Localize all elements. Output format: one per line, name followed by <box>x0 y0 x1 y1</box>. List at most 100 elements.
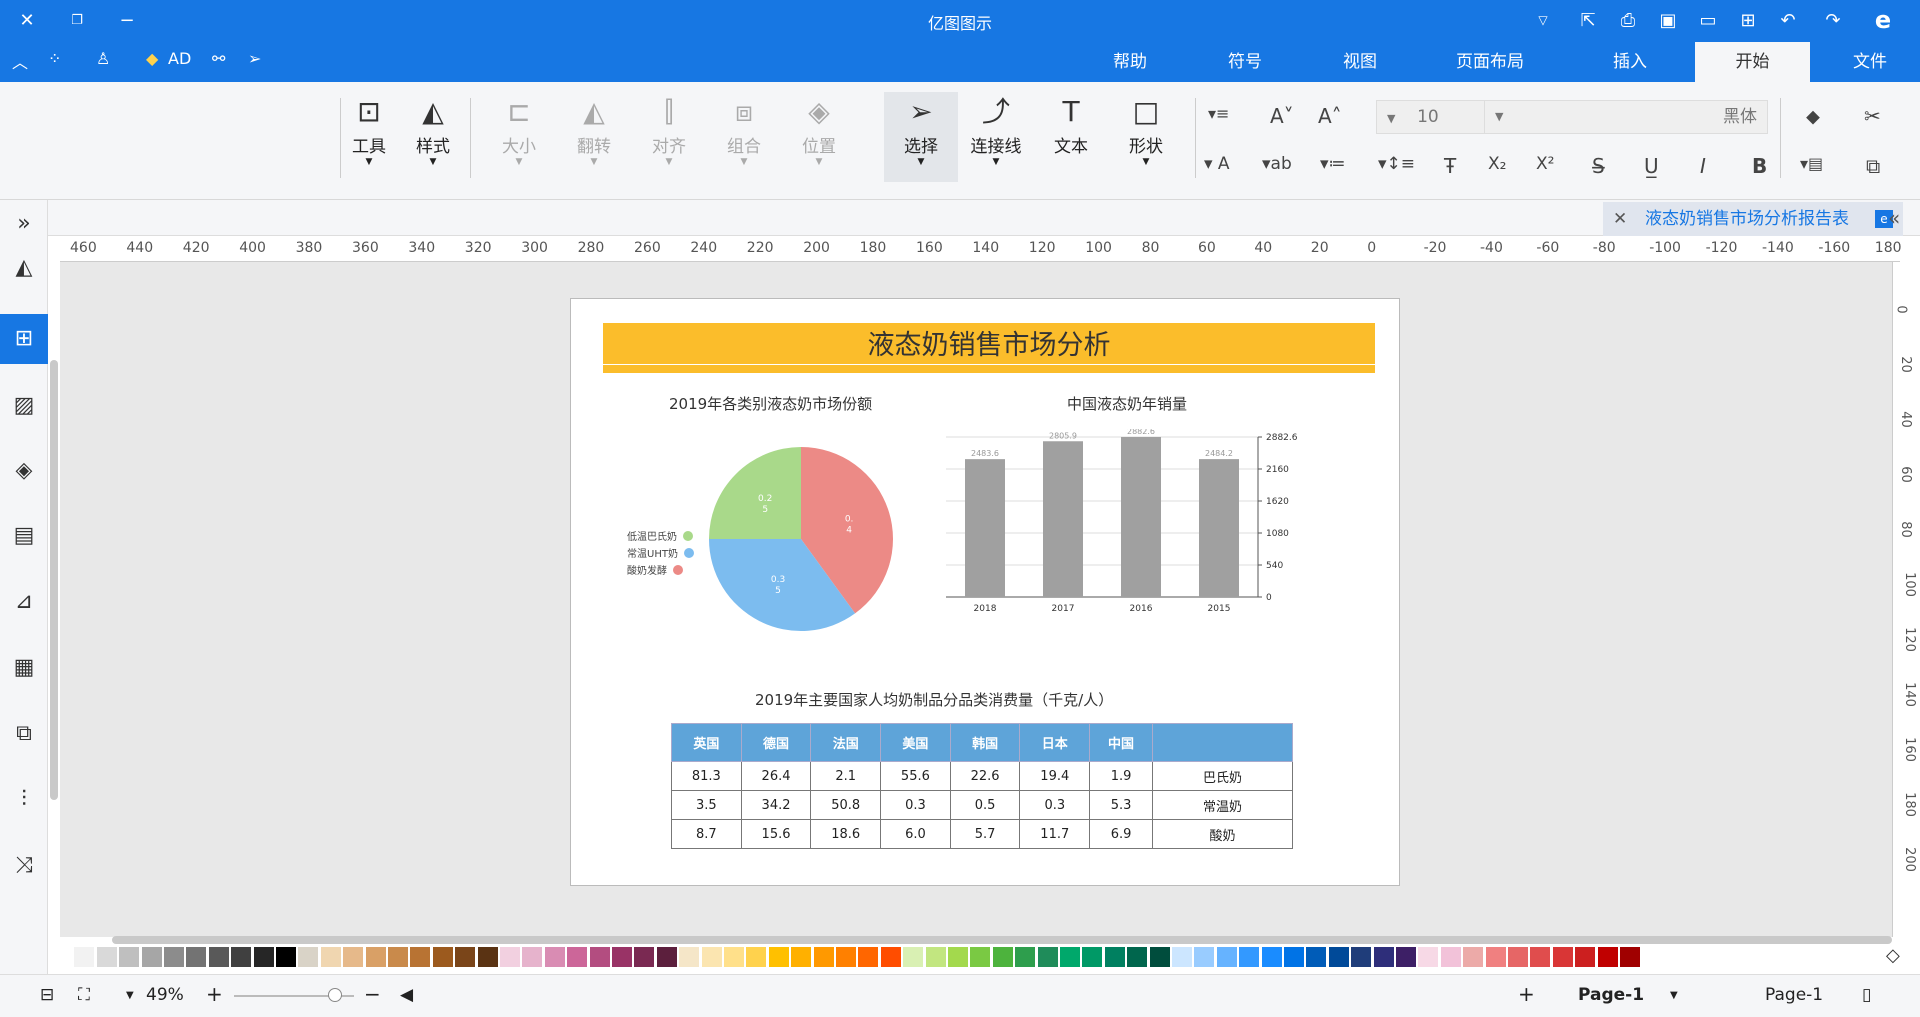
restore-icon[interactable]: ❐ <box>64 7 90 33</box>
color-swatch[interactable] <box>1485 947 1506 967</box>
apps-icon[interactable]: ⁘ <box>48 49 61 73</box>
color-swatch[interactable] <box>1575 947 1596 967</box>
close-icon[interactable]: ✕ <box>14 7 40 33</box>
format-icon[interactable]: ⫶ <box>8 784 40 816</box>
color-swatch[interactable] <box>567 947 588 967</box>
color-swatch[interactable] <box>858 947 879 967</box>
symbols-library-icon[interactable]: ⊞ <box>0 314 48 364</box>
tab-insert[interactable]: 插入 <box>1580 42 1680 82</box>
chart-icon[interactable]: ⊿ <box>8 586 40 618</box>
color-swatch[interactable] <box>701 947 722 967</box>
open-icon[interactable]: ▭ <box>1695 7 1721 33</box>
color-swatch[interactable] <box>813 947 834 967</box>
color-swatch[interactable] <box>410 947 431 967</box>
group-button[interactable]: ⧈ 组合 ▼ <box>713 92 775 182</box>
play-icon[interactable]: ◀ <box>400 985 413 1005</box>
color-swatch[interactable] <box>1015 947 1036 967</box>
color-swatch[interactable] <box>365 947 386 967</box>
color-swatch[interactable] <box>836 947 856 967</box>
minimize-icon[interactable]: − <box>114 7 140 33</box>
color-swatch[interactable] <box>141 947 162 967</box>
page-icon[interactable]: ▤ <box>8 520 40 552</box>
collapse-icon[interactable]: ︿ <box>12 49 28 73</box>
zoom-level[interactable]: 49% <box>146 985 184 1005</box>
document-tab[interactable]: ✕ 液态奶销售市场分析报告表 e <box>1603 202 1903 236</box>
color-swatch[interactable] <box>1216 947 1237 967</box>
bar[interactable] <box>965 459 1005 597</box>
increase-font-icon[interactable]: A˄ <box>1318 104 1342 128</box>
color-swatch[interactable] <box>948 947 968 967</box>
color-swatch[interactable] <box>1284 947 1304 967</box>
save-icon[interactable]: ▣ <box>1655 7 1681 33</box>
color-swatch[interactable] <box>1060 947 1080 967</box>
color-swatch[interactable] <box>432 947 453 967</box>
color-swatch[interactable] <box>208 947 229 967</box>
bar[interactable] <box>1199 459 1239 597</box>
collapse-right-icon[interactable]: « <box>1888 206 1900 230</box>
fit-page-icon[interactable]: ⊟ <box>40 985 54 1005</box>
color-swatch[interactable] <box>1127 947 1148 967</box>
pie-chart[interactable]: 0.40.350.25 <box>701 439 901 639</box>
color-swatch[interactable] <box>925 947 946 967</box>
list-icon[interactable]: ▾≔ <box>1320 154 1346 174</box>
page-dropdown-icon[interactable]: ▼ <box>1670 990 1678 1001</box>
flip-button[interactable]: ◭ 翻转 ▼ <box>563 92 625 182</box>
color-swatch[interactable] <box>500 947 520 967</box>
subscript-icon[interactable]: X₂ <box>1488 154 1506 174</box>
color-swatch[interactable] <box>791 947 812 967</box>
style-button[interactable]: ◭ 样式 ▼ <box>402 92 464 182</box>
color-swatch[interactable] <box>388 947 408 967</box>
shirt-icon[interactable]: ♙ <box>96 49 110 73</box>
color-swatch[interactable] <box>746 947 767 967</box>
color-swatch[interactable] <box>768 947 789 967</box>
color-swatch[interactable] <box>1082 947 1103 967</box>
connector-button[interactable]: ⤴ 连接线 ▼ <box>965 92 1027 182</box>
color-swatch[interactable] <box>880 947 901 967</box>
bullet-list-icon[interactable]: ▾≡ <box>1208 104 1229 123</box>
color-swatch[interactable] <box>1194 947 1215 967</box>
color-swatch[interactable] <box>1351 947 1372 967</box>
color-swatch[interactable] <box>1440 947 1461 967</box>
superscript-icon[interactable]: X² <box>1536 154 1554 174</box>
bar[interactable] <box>1043 441 1083 597</box>
shuffle-icon[interactable]: ⤨ <box>8 850 40 882</box>
report-banner[interactable]: 液态奶销售市场分析 <box>603 323 1375 373</box>
page-selector[interactable]: Page-1 <box>1765 985 1823 1005</box>
color-swatch[interactable] <box>164 947 184 967</box>
color-swatch[interactable] <box>1620 947 1640 967</box>
tool-button[interactable]: ⊡ 工具 ▼ <box>338 92 400 182</box>
fullscreen-icon[interactable]: ⛶ <box>78 985 90 1005</box>
bar[interactable] <box>1121 437 1161 597</box>
color-swatch[interactable] <box>1037 947 1058 967</box>
color-swatch[interactable] <box>992 947 1013 967</box>
color-swatch[interactable] <box>186 947 207 967</box>
cut-icon[interactable]: ✂ <box>1864 104 1881 128</box>
copy-icon[interactable]: ⧉ <box>1866 154 1880 178</box>
redo-icon[interactable]: ↷ <box>1820 7 1846 33</box>
color-swatch[interactable] <box>253 947 274 967</box>
color-swatch[interactable] <box>544 947 565 967</box>
report-page[interactable]: 液态奶销售市场分析 2019年各类别液态奶市场份额 中国液态奶年销量 0. 4 0.… <box>570 298 1400 886</box>
shape-button[interactable]: □ 形状 ▼ <box>1115 92 1177 182</box>
page-tab[interactable]: Page-1 <box>1578 985 1644 1005</box>
position-button[interactable]: ◈ 位置 ▼ <box>788 92 850 182</box>
tab-file[interactable]: 文件 <box>1820 42 1920 82</box>
color-swatch[interactable] <box>1597 947 1618 967</box>
color-swatch[interactable] <box>477 947 498 967</box>
zoom-dropdown-icon[interactable]: ▼ <box>126 990 134 1001</box>
add-page-icon[interactable]: + <box>1518 982 1535 1006</box>
color-swatch[interactable] <box>1373 947 1394 967</box>
color-swatch[interactable] <box>1418 947 1439 967</box>
image-icon[interactable]: ▨ <box>8 390 40 422</box>
color-swatch[interactable] <box>1328 947 1349 967</box>
tab-home[interactable]: 开始 <box>1695 42 1810 82</box>
color-swatch[interactable] <box>52 947 72 967</box>
zoom-slider-handle[interactable] <box>328 988 342 1002</box>
color-swatch[interactable] <box>1261 947 1282 967</box>
share-icon[interactable]: ⚯ <box>212 49 225 73</box>
bold-icon[interactable]: B <box>1752 154 1767 178</box>
page-panel-icon[interactable]: ▯ <box>1862 985 1871 1005</box>
strikethrough-icon[interactable]: S̶ <box>1592 154 1605 178</box>
color-swatch[interactable] <box>298 947 319 967</box>
select-button[interactable]: ➢ 选择 ▼ <box>884 92 958 182</box>
